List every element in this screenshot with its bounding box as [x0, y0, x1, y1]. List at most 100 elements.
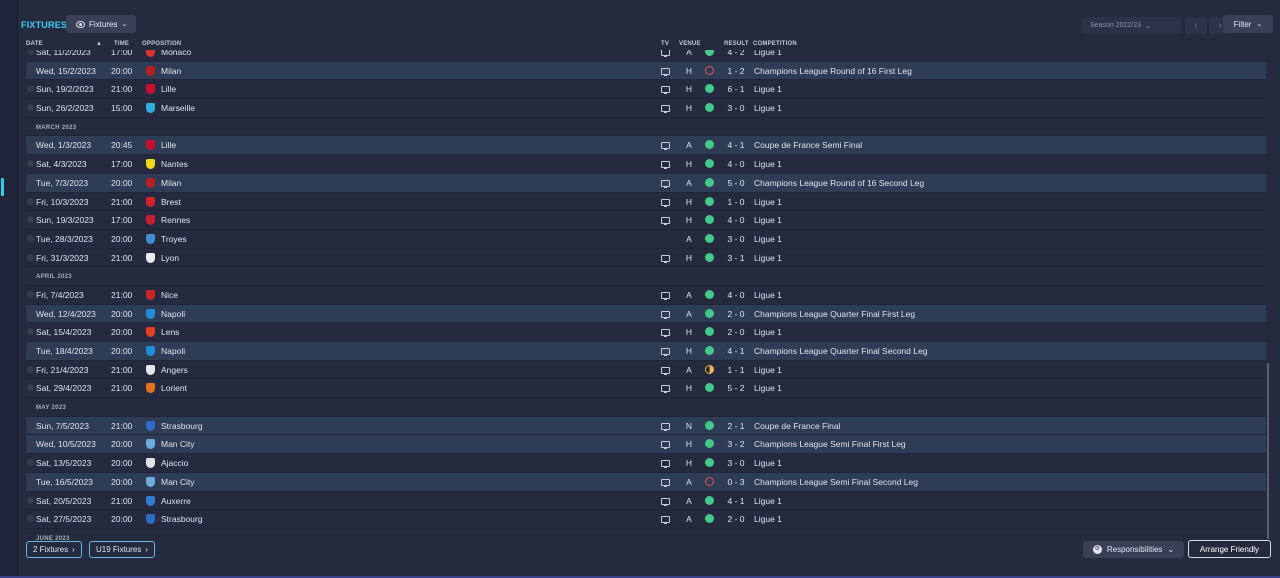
tv-icon — [661, 142, 670, 151]
fixture-row[interactable]: Fri, 7/4/2023 21:00 Nice A 4 - 0 Ligue 1 — [26, 285, 1266, 305]
club-crest-icon — [146, 327, 155, 338]
column-tv[interactable]: TV — [661, 41, 669, 47]
column-result[interactable]: RESULT — [724, 41, 749, 47]
column-competition[interactable]: COMPETITION — [753, 41, 797, 47]
competition-name[interactable]: Ligue 1 — [754, 514, 782, 524]
fixture-time: 20:00 — [111, 65, 133, 76]
column-opposition[interactable]: OPPOSITION — [142, 41, 181, 47]
competition-name[interactable]: Coupe de France Final — [754, 421, 840, 431]
competition-name[interactable]: Champions League Round of 16 Second Leg — [754, 178, 924, 188]
competition-name[interactable]: Champions League Semi Final Second Leg — [754, 477, 918, 487]
opposition-name[interactable]: Ajaccio — [161, 458, 188, 468]
competition-name[interactable]: Champions League Semi Final First Leg — [754, 439, 906, 449]
opposition-name[interactable]: Lens — [161, 327, 179, 337]
opposition-name[interactable]: Strasbourg — [161, 421, 203, 431]
fixture-row[interactable]: Tue, 7/3/2023 20:00 Milan A 5 - 0 Champions L… — [26, 173, 1266, 193]
fixture-row[interactable]: Tue, 16/5/2023 20:00 Man City A 0 - 3 Champio… — [26, 472, 1266, 492]
fixture-row[interactable]: Sat, 27/5/2023 20:00 Strasbourg A 2 - 0 Ligue… — [26, 510, 1266, 529]
fixture-row[interactable]: Wed, 15/2/2023 20:00 Milan H 1 - 2 Champions … — [26, 61, 1266, 81]
fixture-date: Wed, 15/2/2023 — [36, 65, 96, 76]
fixture-row[interactable]: Sun, 7/5/2023 21:00 Strasbourg N 2 - 1 Coupe … — [26, 416, 1266, 436]
fixture-row[interactable]: Tue, 18/4/2023 20:00 Napoli H 4 - 1 Champions… — [26, 342, 1266, 361]
fixture-row[interactable]: Sun, 19/2/2023 21:00 Lille H 6 - 1 Ligue 1 — [26, 80, 1266, 100]
fixture-row[interactable]: Sat, 15/4/2023 20:00 Lens H 2 - 0 Ligue 1 — [26, 323, 1266, 342]
opposition-name[interactable]: Troyes — [161, 234, 187, 244]
competition-name[interactable]: Ligue 1 — [754, 50, 782, 57]
fixture-row[interactable]: Tue, 28/3/2023 20:00 Troyes A 3 - 0 Ligue 1 — [26, 229, 1266, 249]
responsibilities-button[interactable]: ⚙ Responsibilities ⌄ — [1083, 541, 1184, 558]
fixture-row[interactable]: Fri, 31/3/2023 21:00 Lyon H 3 - 1 Ligue 1 — [26, 248, 1266, 268]
column-venue[interactable]: VENUE — [679, 41, 701, 47]
u19-fixtures-button[interactable]: U19 Fixtures › — [89, 541, 156, 558]
opposition-name[interactable]: Auxerre — [161, 496, 191, 506]
opposition-name[interactable]: Nice — [161, 290, 178, 300]
fixture-row[interactable]: Sat, 29/4/2023 21:00 Lorient H 5 - 2 Ligue 1 — [26, 379, 1266, 399]
opposition-name[interactable]: Angers — [161, 365, 188, 375]
competition-name[interactable]: Ligue 1 — [754, 197, 782, 207]
tv-icon — [661, 161, 670, 170]
competition-name[interactable]: Ligue 1 — [754, 496, 782, 506]
opposition-name[interactable]: Milan — [161, 66, 181, 76]
opposition-name[interactable]: Napoli — [161, 309, 185, 319]
fixture-row[interactable]: Sun, 19/3/2023 17:00 Rennes H 4 - 0 Ligue 1 — [26, 211, 1266, 230]
opposition-name[interactable]: Monaco — [161, 50, 191, 57]
fixture-row[interactable]: Wed, 10/5/2023 20:00 Man City H 3 - 2 Champio… — [26, 435, 1266, 455]
opposition-name[interactable]: Brest — [161, 197, 181, 207]
row-status-dot — [27, 477, 34, 485]
opposition-name[interactable]: Man City — [161, 477, 195, 487]
season-selector[interactable]: Season 2022/23 ⌄ — [1082, 17, 1181, 34]
opposition-name[interactable]: Man City — [161, 439, 195, 449]
view-selector-button[interactable]: Fixtures ⌄ — [66, 15, 137, 33]
opposition-name[interactable]: Lille — [161, 84, 176, 94]
competition-name[interactable]: Ligue 1 — [754, 290, 782, 300]
competition-name[interactable]: Ligue 1 — [754, 103, 782, 113]
competition-name[interactable]: Ligue 1 — [754, 253, 782, 263]
opposition-name[interactable]: Lille — [161, 140, 176, 150]
fixture-row[interactable]: Wed, 12/4/2023 20:00 Napoli A 2 - 0 Champions… — [26, 304, 1266, 324]
fixture-row[interactable]: Sat, 11/2/2023 17:00 Monaco A 4 - 2 Ligue 1 — [26, 50, 1266, 62]
fixtures-list[interactable]: Sat, 11/2/2023 17:00 Monaco A 4 - 2 Ligue 1 We… — [26, 50, 1266, 540]
competition-name[interactable]: Ligue 1 — [754, 383, 782, 393]
competition-name[interactable]: Champions League Round of 16 First Leg — [754, 66, 912, 76]
competition-name[interactable]: Ligue 1 — [754, 215, 782, 225]
tv-icon — [661, 217, 670, 226]
fixture-row[interactable]: Sat, 20/5/2023 21:00 Auxerre A 4 - 1 Ligue 1 — [26, 491, 1266, 511]
competition-name[interactable]: Ligue 1 — [754, 234, 782, 244]
competition-name[interactable]: Ligue 1 — [754, 458, 782, 468]
competition-name[interactable]: Ligue 1 — [754, 327, 782, 337]
competition-name[interactable]: Champions League Quarter Final First Leg — [754, 309, 915, 319]
row-status-dot — [27, 253, 34, 261]
opposition-name[interactable]: Rennes — [161, 215, 190, 225]
column-time[interactable]: TIME — [114, 41, 129, 47]
competition-name[interactable]: Ligue 1 — [754, 159, 782, 169]
competition-name[interactable]: Coupe de France Semi Final — [754, 140, 862, 150]
filter-button[interactable]: Filter ⌄ — [1223, 15, 1273, 33]
two-fixtures-button[interactable]: 2 Fixtures › — [26, 541, 82, 558]
fixture-time: 20:00 — [111, 233, 133, 244]
score: 4 - 0 — [727, 289, 745, 300]
chevron-right-icon: › — [72, 545, 75, 554]
arrange-friendly-button[interactable]: Arrange Friendly — [1188, 540, 1271, 558]
competition-name[interactable]: Ligue 1 — [754, 84, 782, 94]
opposition-name[interactable]: Lyon — [161, 253, 179, 263]
fixture-row[interactable]: Wed, 1/3/2023 20:45 Lille A 4 - 1 Coupe de Fr… — [26, 136, 1266, 156]
opposition-name[interactable]: Milan — [161, 178, 181, 188]
fixture-row[interactable]: Sat, 13/5/2023 20:00 Ajaccio H 3 - 0 Ligue 1 — [26, 454, 1266, 473]
opposition-name[interactable]: Nantes — [161, 159, 188, 169]
fixture-row[interactable]: Fri, 21/4/2023 21:00 Angers A 1 - 1 Ligue 1 — [26, 360, 1266, 380]
opposition-name[interactable]: Strasbourg — [161, 514, 203, 524]
scrollbar[interactable] — [1267, 363, 1269, 539]
score: 4 - 0 — [727, 215, 745, 226]
fixture-row[interactable]: Fri, 10/3/2023 21:00 Brest H 1 - 0 Ligue 1 — [26, 192, 1266, 212]
column-date[interactable]: DATE — [26, 41, 43, 47]
opposition-name[interactable]: Lorient — [161, 383, 187, 393]
opposition-name[interactable]: Marseille — [161, 103, 195, 113]
previous-season-button[interactable]: ‹ — [1185, 17, 1207, 34]
fixture-date: Sun, 19/3/2023 — [36, 215, 94, 226]
fixture-date: Fri, 21/4/2023 — [36, 364, 89, 375]
competition-name[interactable]: Champions League Quarter Final Second Le… — [754, 346, 927, 356]
competition-name[interactable]: Ligue 1 — [754, 365, 782, 375]
opposition-name[interactable]: Napoli — [161, 346, 185, 356]
fixture-row[interactable]: Sat, 4/3/2023 17:00 Nantes H 4 - 0 Ligue 1 — [26, 155, 1266, 174]
fixture-row[interactable]: Sun, 26/2/2023 15:00 Marseille H 3 - 0 Ligue … — [26, 99, 1266, 118]
